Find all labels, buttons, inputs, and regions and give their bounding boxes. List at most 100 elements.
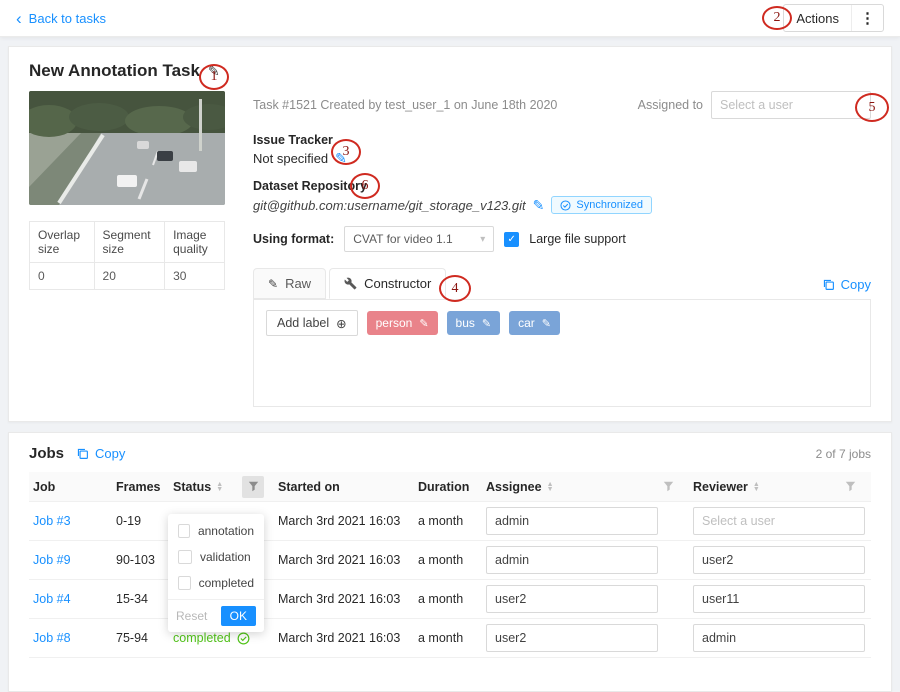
- edit-repository-icon[interactable]: ✎: [533, 197, 545, 214]
- job-started: March 3rd 2021 16:03: [274, 631, 414, 645]
- job-row: Job #4 15-34 March 3rd 2021 16:03 a mont…: [29, 580, 871, 619]
- jobs-title: Jobs: [29, 445, 64, 462]
- filter-option-completed[interactable]: completed: [168, 570, 264, 596]
- check-circle-icon: [237, 632, 250, 645]
- jobs-card: Jobs Copy 2 of 7 jobs Job Frames Status …: [8, 432, 892, 692]
- funnel-icon: [845, 481, 856, 492]
- more-menu-button[interactable]: ⋮: [851, 5, 883, 31]
- format-select[interactable]: CVAT for video 1.1 ▾: [344, 226, 494, 252]
- assignee-input[interactable]: [486, 546, 658, 574]
- assignee-input[interactable]: [486, 585, 658, 613]
- tab-constructor-label: Constructor: [364, 276, 431, 291]
- assigned-to-input[interactable]: [711, 91, 871, 119]
- edit-title-icon[interactable]: ✎: [208, 63, 220, 80]
- label-editor-tabs: ✎ Raw Constructor: [253, 268, 446, 299]
- filter-reset-button[interactable]: Reset: [176, 609, 207, 623]
- filter-reviewer-button[interactable]: [839, 476, 861, 498]
- copy-icon: [822, 278, 835, 291]
- filter-option-annotation[interactable]: annotation: [168, 518, 264, 544]
- sort-assignee-icon[interactable]: ▲▼: [547, 482, 554, 492]
- copy-icon: [76, 447, 89, 460]
- add-label-text: Add label: [277, 316, 329, 330]
- actions-button[interactable]: Actions: [784, 5, 851, 31]
- copy-jobs-link[interactable]: Copy: [76, 446, 125, 461]
- dataset-repository-label: Dataset Repository: [253, 179, 871, 193]
- label-chip-person-name: person: [376, 316, 413, 330]
- edit-label-icon[interactable]: ✎: [542, 317, 551, 330]
- job-row: Job #8 75-94 completed March 3rd 2021 16…: [29, 619, 871, 658]
- copy-label-text: Copy: [841, 277, 871, 292]
- reviewer-input[interactable]: [693, 507, 865, 535]
- edit-label-icon[interactable]: ✎: [419, 317, 428, 330]
- top-bar: ‹ Back to tasks Actions ⋮: [0, 0, 900, 37]
- sync-badge-label: Synchronized: [576, 199, 643, 211]
- assigned-to-label: Assigned to: [638, 98, 703, 112]
- back-to-tasks-link[interactable]: ‹ Back to tasks: [16, 10, 106, 27]
- reviewer-input[interactable]: [693, 624, 865, 652]
- job-link[interactable]: Job #8: [33, 631, 71, 645]
- label-chip-person[interactable]: person ✎: [367, 311, 438, 335]
- edit-label-icon[interactable]: ✎: [482, 317, 491, 330]
- filter-option-label: validation: [200, 550, 251, 564]
- chevron-down-icon: ▾: [480, 234, 485, 245]
- param-value-segment: 20: [94, 263, 165, 290]
- param-header-overlap: Overlap size: [30, 222, 95, 263]
- sort-reviewer-icon[interactable]: ▲▼: [753, 482, 760, 492]
- large-file-support-checkbox[interactable]: ✓: [504, 232, 519, 247]
- job-duration: a month: [414, 514, 482, 528]
- job-link[interactable]: Job #3: [33, 514, 71, 528]
- filter-assignee-button[interactable]: [657, 476, 679, 498]
- issue-tracker-value: Not specified: [253, 151, 328, 166]
- add-label-button[interactable]: Add label ⊕: [266, 310, 358, 336]
- job-started: March 3rd 2021 16:03: [274, 514, 414, 528]
- edit-issue-tracker-icon[interactable]: ✎: [335, 150, 347, 167]
- param-header-quality: Image quality: [165, 222, 225, 263]
- sort-status-icon[interactable]: ▲▼: [216, 482, 223, 492]
- filter-option-label: completed: [199, 576, 254, 590]
- jobs-count: 2 of 7 jobs: [816, 447, 871, 461]
- pencil-icon: ✎: [268, 277, 278, 291]
- copy-jobs-text: Copy: [95, 446, 125, 461]
- issue-tracker-label: Issue Tracker: [253, 133, 871, 147]
- filter-status-button[interactable]: [242, 476, 264, 498]
- tab-raw[interactable]: ✎ Raw: [253, 268, 326, 299]
- reviewer-input[interactable]: [693, 585, 865, 613]
- checkbox-validation[interactable]: [178, 550, 192, 564]
- copy-labels-link[interactable]: Copy: [822, 277, 871, 299]
- filter-option-validation[interactable]: validation: [168, 544, 264, 570]
- back-to-tasks-label: Back to tasks: [29, 11, 106, 26]
- plus-circle-icon: ⊕: [336, 316, 346, 331]
- filter-option-label: annotation: [198, 524, 254, 538]
- label-chip-bus[interactable]: bus ✎: [447, 311, 501, 335]
- sync-status-badge: Synchronized: [551, 196, 652, 214]
- col-reviewer: Reviewer: [693, 480, 748, 494]
- funnel-icon: [248, 481, 259, 492]
- job-frames: 75-94: [112, 631, 169, 645]
- status-filter-dropdown: annotation validation completed Reset OK: [168, 514, 264, 632]
- jobs-table-header: Job Frames Status ▲▼ Started on Duration…: [29, 472, 871, 502]
- param-value-quality: 30: [165, 263, 225, 290]
- funnel-icon: [663, 481, 674, 492]
- dataset-repository-url: git@github.com:username/git_storage_v123…: [253, 198, 526, 213]
- checkbox-completed[interactable]: [178, 576, 191, 590]
- job-link[interactable]: Job #9: [33, 553, 71, 567]
- col-frames: Frames: [116, 480, 160, 494]
- checkbox-annotation[interactable]: [178, 524, 190, 538]
- using-format-label: Using format:: [253, 232, 334, 246]
- job-link[interactable]: Job #4: [33, 592, 71, 606]
- filter-ok-button[interactable]: OK: [221, 606, 256, 626]
- label-constructor-panel: Add label ⊕ person ✎ bus ✎ car ✎: [253, 299, 871, 407]
- tab-constructor[interactable]: Constructor: [329, 268, 446, 299]
- assignee-input[interactable]: [486, 624, 658, 652]
- sync-check-icon: [560, 200, 571, 211]
- job-duration: a month: [414, 553, 482, 567]
- col-job: Job: [33, 480, 55, 494]
- assignee-input[interactable]: [486, 507, 658, 535]
- reviewer-input[interactable]: [693, 546, 865, 574]
- job-row: Job #3 0-19 March 3rd 2021 16:03 a month: [29, 502, 871, 541]
- wrench-icon: [344, 277, 357, 290]
- task-meta-text: Task #1521 Created by test_user_1 on Jun…: [253, 98, 557, 112]
- label-chip-car[interactable]: car ✎: [509, 311, 560, 335]
- actions-label: Actions: [796, 11, 839, 26]
- actions-button-group: Actions ⋮: [783, 4, 884, 32]
